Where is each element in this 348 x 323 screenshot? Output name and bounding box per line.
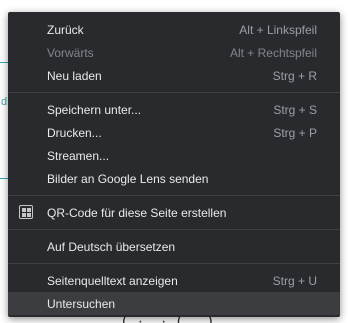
menu-item-label: Untersuchen [47, 296, 116, 311]
menu-item-speichern-unter[interactable]: Speichern unter... Strg + S [8, 98, 340, 121]
menu-item-shortcut: Alt + Rechtspfeil [229, 45, 317, 60]
menu-separator [8, 92, 340, 93]
menu-item-vorwaerts: Vorwärts Alt + Rechtspfeil [8, 41, 340, 64]
menu-item-label: QR-Code für diese Seite erstellen [47, 205, 227, 220]
menu-item-label: Vorwärts [47, 45, 94, 60]
menu-item-label: Streamen... [47, 148, 110, 163]
menu-item-shortcut: Strg + P [273, 125, 317, 140]
menu-item-shortcut: Strg + U [272, 273, 317, 288]
menu-item-label: Seitenquelltext anzeigen [47, 273, 178, 288]
menu-item-auf-deutsch-uebersetzen[interactable]: Auf Deutsch übersetzen [8, 235, 340, 258]
menu-item-streamen[interactable]: Streamen... [8, 144, 340, 167]
menu-item-untersuchen[interactable]: Untersuchen [8, 292, 340, 315]
menu-item-label: Drucken... [47, 125, 102, 140]
menu-item-drucken[interactable]: Drucken... Strg + P [8, 121, 340, 144]
menu-item-seitenquelltext-anzeigen[interactable]: Seitenquelltext anzeigen Strg + U [8, 269, 340, 292]
page-background: d ( · .· ( . ) ) ZurückAlt + LinkspfeilV… [0, 0, 348, 323]
menu-item-label: Speichern unter... [47, 102, 142, 117]
menu-item-bilder-an-google-lens-senden[interactable]: Bilder an Google Lens senden [8, 167, 340, 190]
menu-separator [8, 263, 340, 264]
qr-code-icon [19, 205, 33, 219]
menu-separator [8, 195, 340, 196]
menu-item-label: Bilder an Google Lens senden [47, 171, 209, 186]
menu-item-label: Zurück [47, 22, 84, 37]
menu-item-shortcut: Alt + Linkspfeil [239, 22, 317, 37]
menu-separator [8, 229, 340, 230]
menu-item-zurueck[interactable]: Zurück Alt + Linkspfeil [8, 18, 340, 41]
menu-item-shortcut: Strg + S [273, 102, 317, 117]
menu-item-label: Auf Deutsch übersetzen [47, 239, 176, 254]
menu-item-label: Neu laden [47, 68, 102, 83]
menu-item-qr-code-fuer-diese-seite-erstellen[interactable]: QR-Code für diese Seite erstellen [8, 201, 340, 224]
context-menu: Zurück Alt + Linkspfeil Vorwärts Alt + Rech… [8, 12, 340, 317]
page-text-fragment: d [1, 96, 8, 108]
menu-item-shortcut: Strg + R [272, 68, 317, 83]
menu-item-neu-laden[interactable]: Neu laden Strg + R [8, 64, 340, 87]
